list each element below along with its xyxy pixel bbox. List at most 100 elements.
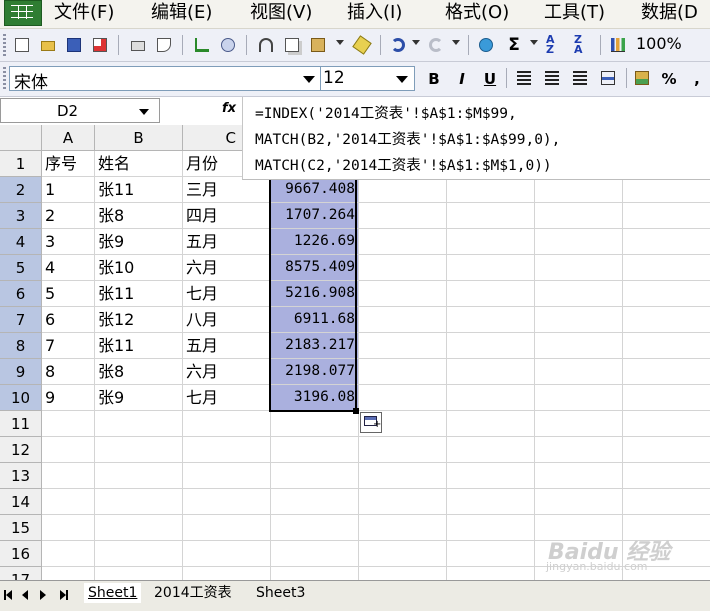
- cell-c[interactable]: 六月: [183, 359, 271, 385]
- cell-empty[interactable]: [535, 229, 623, 255]
- open-icon[interactable]: [38, 35, 58, 55]
- cell-d[interactable]: 2198.077: [271, 359, 359, 385]
- underline-button[interactable]: U: [479, 68, 501, 90]
- excel-app-icon[interactable]: [4, 0, 42, 26]
- cell-empty[interactable]: [623, 489, 710, 515]
- bold-button[interactable]: B: [423, 68, 445, 90]
- cell-empty[interactable]: [623, 359, 710, 385]
- toolbar-grip[interactable]: [3, 67, 6, 91]
- column-header-c[interactable]: C: [183, 125, 243, 151]
- menu-file[interactable]: 文件(F): [54, 0, 114, 26]
- cell-empty[interactable]: [623, 437, 710, 463]
- cell-empty[interactable]: [359, 229, 447, 255]
- permission-icon[interactable]: [90, 35, 110, 55]
- font-name-select[interactable]: 宋体: [9, 66, 322, 93]
- chevron-down-icon[interactable]: [139, 109, 149, 115]
- cell-empty[interactable]: [535, 177, 623, 203]
- cell-d[interactable]: 2183.217: [271, 333, 359, 359]
- row-header[interactable]: 10: [0, 385, 42, 411]
- row-header[interactable]: 8: [0, 333, 42, 359]
- cell-d[interactable]: 1226.69: [271, 229, 359, 255]
- cell-empty[interactable]: [447, 489, 535, 515]
- cell-empty[interactable]: [535, 463, 623, 489]
- cell-c[interactable]: 四月: [183, 203, 271, 229]
- cell-b[interactable]: [95, 541, 183, 567]
- cell-empty[interactable]: [359, 281, 447, 307]
- menu-edit[interactable]: 编辑(E): [151, 0, 212, 26]
- cell-empty[interactable]: [447, 411, 535, 437]
- cell-empty[interactable]: [447, 177, 535, 203]
- cell-b[interactable]: [95, 489, 183, 515]
- cell-empty[interactable]: [623, 255, 710, 281]
- row-header[interactable]: 4: [0, 229, 42, 255]
- new-icon[interactable]: [12, 35, 32, 55]
- cell-c[interactable]: 八月: [183, 307, 271, 333]
- cell-c[interactable]: 三月: [183, 177, 271, 203]
- cell-b[interactable]: 张11: [95, 177, 183, 203]
- italic-button[interactable]: I: [451, 68, 473, 90]
- currency-icon[interactable]: [632, 68, 652, 88]
- cell-a[interactable]: 3: [42, 229, 95, 255]
- column-header-a[interactable]: A: [42, 125, 95, 151]
- cell-c[interactable]: [183, 411, 271, 437]
- cell-b[interactable]: [95, 463, 183, 489]
- cell-d[interactable]: 1707.264: [271, 203, 359, 229]
- auto-fill-options-icon[interactable]: [360, 412, 382, 433]
- cell-empty[interactable]: [447, 333, 535, 359]
- cell-empty[interactable]: [623, 333, 710, 359]
- cell-empty[interactable]: [447, 307, 535, 333]
- cell-empty[interactable]: [359, 515, 447, 541]
- align-center-icon[interactable]: [542, 68, 562, 88]
- cell-empty[interactable]: [359, 385, 447, 411]
- format-painter-icon[interactable]: [352, 35, 372, 55]
- redo-icon[interactable]: [426, 35, 446, 55]
- row-header[interactable]: 15: [0, 515, 42, 541]
- cell-empty[interactable]: [623, 307, 710, 333]
- cell-empty[interactable]: [623, 463, 710, 489]
- cell-empty[interactable]: [447, 385, 535, 411]
- cell-c[interactable]: 五月: [183, 333, 271, 359]
- menu-tools[interactable]: 工具(T): [544, 0, 605, 26]
- name-box[interactable]: D2: [0, 98, 160, 123]
- percent-style-button[interactable]: %: [658, 68, 680, 90]
- merge-center-icon[interactable]: [598, 68, 618, 88]
- print-icon[interactable]: [128, 35, 148, 55]
- cell-b[interactable]: [95, 437, 183, 463]
- cell-empty[interactable]: [535, 203, 623, 229]
- cell-empty[interactable]: [535, 333, 623, 359]
- cell-empty[interactable]: [359, 255, 447, 281]
- cell-empty[interactable]: [535, 307, 623, 333]
- row-header[interactable]: 7: [0, 307, 42, 333]
- cell-a[interactable]: 4: [42, 255, 95, 281]
- cell-a[interactable]: 5: [42, 281, 95, 307]
- cell-a[interactable]: [42, 515, 95, 541]
- cell-empty[interactable]: [447, 359, 535, 385]
- prev-sheet-icon[interactable]: [22, 590, 28, 600]
- cell-c[interactable]: [183, 541, 271, 567]
- cell-c[interactable]: [183, 515, 271, 541]
- next-sheet-icon[interactable]: [40, 590, 46, 600]
- cell-empty[interactable]: [447, 437, 535, 463]
- cell-d[interactable]: [271, 515, 359, 541]
- align-left-icon[interactable]: [514, 68, 534, 88]
- cell-empty[interactable]: [447, 515, 535, 541]
- sheet-tab-2014-salary[interactable]: 2014工资表: [150, 583, 236, 603]
- cell-empty[interactable]: [359, 177, 447, 203]
- cell-empty[interactable]: [447, 229, 535, 255]
- sheet-tab-sheet3[interactable]: Sheet3: [252, 583, 309, 603]
- cell-empty[interactable]: [535, 489, 623, 515]
- formula-input[interactable]: =INDEX('2014工资表'!$A$1:$M$99, MATCH(B2,'2…: [242, 97, 710, 180]
- cell-b[interactable]: 张10: [95, 255, 183, 281]
- menu-format[interactable]: 格式(O): [445, 0, 509, 26]
- chevron-down-icon[interactable]: [396, 76, 408, 83]
- cell-a[interactable]: 9: [42, 385, 95, 411]
- hyperlink-icon[interactable]: [476, 35, 496, 55]
- cell-d[interactable]: [271, 541, 359, 567]
- row-header[interactable]: 9: [0, 359, 42, 385]
- cell-b[interactable]: 姓名: [95, 151, 183, 177]
- cell-empty[interactable]: [623, 385, 710, 411]
- cell-empty[interactable]: [359, 463, 447, 489]
- cell-empty[interactable]: [535, 385, 623, 411]
- copy-icon[interactable]: [282, 35, 302, 55]
- menu-insert[interactable]: 插入(I): [347, 0, 402, 26]
